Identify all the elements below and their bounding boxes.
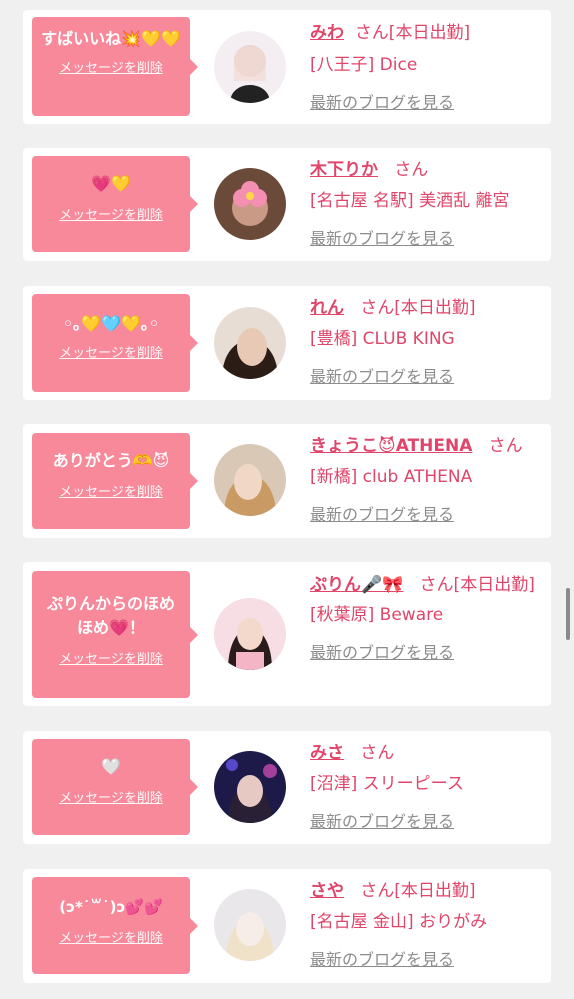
shop-label: [秋葉原] Beware	[310, 605, 444, 625]
delete-message-link[interactable]: メッセージを削除	[59, 204, 163, 223]
cast-suffix: さん[本日出勤]	[354, 23, 471, 43]
shop-label: [沼津] スリーピース	[310, 774, 464, 794]
cast-suffix: さん[本日出勤]	[419, 575, 535, 595]
cast-suffix: さん[本日出勤]	[360, 881, 476, 901]
cast-name-link[interactable]: きょうこ😈ATHENA	[310, 436, 472, 456]
message-bubble: (ↄ*˙꒳˙)ↄ💕💕 メッセージを削除	[32, 877, 198, 974]
cast-suffix: さん	[360, 743, 395, 763]
blog-link[interactable]: 最新のブログを見る	[310, 229, 454, 248]
delete-message-link[interactable]: メッセージを削除	[59, 927, 163, 946]
shop-label: [新橋] club ATHENA	[310, 467, 473, 487]
delete-message-link[interactable]: メッセージを削除	[59, 342, 163, 361]
blog-link[interactable]: 最新のブログを見る	[310, 367, 454, 386]
blog-link[interactable]: 最新のブログを見る	[310, 93, 454, 112]
shop-label: [名古屋 名駅] 美酒乱 離宮	[310, 191, 510, 211]
message-card: (ↄ*˙꒳˙)ↄ💕💕 メッセージを削除 さや さん[本日出勤] [名古屋 金山]…	[23, 869, 551, 983]
delete-message-link[interactable]: メッセージを削除	[59, 787, 163, 806]
cast-info: みさ さん [沼津] スリーピース 最新のブログを見る	[310, 740, 542, 835]
avatar[interactable]	[214, 307, 286, 379]
avatar[interactable]	[214, 168, 286, 240]
cast-info: さや さん[本日出勤] [名古屋 金山] おりがみ 最新のブログを見る	[310, 878, 542, 973]
shop-label: [豊橋] CLUB KING	[310, 329, 455, 349]
cast-name-link[interactable]: みさ	[310, 743, 344, 763]
cast-name-link[interactable]: れん	[310, 298, 344, 318]
blog-link[interactable]: 最新のブログを見る	[310, 643, 454, 662]
message-text: 🤍	[101, 757, 121, 776]
message-text: ありがとう🫶😈	[52, 451, 170, 470]
avatar[interactable]	[214, 751, 286, 823]
cast-name-link[interactable]: 木下りか	[310, 160, 378, 180]
avatar[interactable]	[214, 889, 286, 961]
blog-link[interactable]: 最新のブログを見る	[310, 505, 454, 524]
cast-name-link[interactable]: みわ	[310, 23, 344, 43]
message-bubble: ◦｡💛🩵💛｡◦ メッセージを削除	[32, 294, 198, 392]
cast-suffix: さん[本日出勤]	[360, 298, 476, 318]
delete-message-link[interactable]: メッセージを削除	[59, 648, 163, 667]
cast-info: きょうこ😈ATHENA さん [新橋] club ATHENA 最新のブログを見…	[310, 433, 542, 528]
message-card: 💗💛 メッセージを削除 木下りか さん [名古屋 名駅] 美酒乱 離宮 最新のブ…	[23, 148, 551, 261]
cast-suffix: さん	[488, 436, 523, 456]
message-card: 🤍 メッセージを削除 みさ さん [沼津] スリーピース 最新のブログを見る	[23, 731, 551, 844]
delete-message-link[interactable]: メッセージを削除	[59, 481, 163, 500]
avatar[interactable]	[214, 31, 286, 103]
cast-info: みわ さん[本日出勤] [八王子] Dice 最新のブログを見る	[310, 20, 542, 116]
cast-name-link[interactable]: さや	[310, 881, 344, 901]
message-text: ◦｡💛🩵💛｡◦	[62, 314, 160, 333]
message-bubble: 💗💛 メッセージを削除	[32, 156, 198, 252]
message-bubble: すばいいね💥💛💛 メッセージを削除	[32, 17, 198, 116]
message-bubble: 🤍 メッセージを削除	[32, 739, 198, 835]
message-card: ぷりんからのほめほめ💗！ メッセージを削除 ぷりん🎤🎀 さん[本日出勤] [秋葉…	[23, 562, 551, 706]
shop-label: [八王子] Dice	[310, 55, 418, 75]
avatar[interactable]	[214, 598, 286, 670]
message-card: ◦｡💛🩵💛｡◦ メッセージを削除 れん さん[本日出勤] [豊橋] CLUB K…	[23, 286, 551, 400]
blog-link[interactable]: 最新のブログを見る	[310, 812, 454, 831]
cast-suffix: さん	[394, 160, 429, 180]
cast-name-link[interactable]: ぷりん🎤🎀	[310, 575, 403, 595]
shop-label: [名古屋 金山] おりがみ	[310, 912, 488, 932]
message-bubble: ありがとう🫶😈 メッセージを削除	[32, 433, 198, 529]
delete-message-link[interactable]: メッセージを削除	[59, 57, 163, 76]
message-text: すばいいね💥💛💛	[41, 29, 181, 48]
message-card: ありがとう🫶😈 メッセージを削除 きょうこ😈ATHENA さん [新橋] clu…	[23, 424, 551, 538]
scrollbar[interactable]	[566, 588, 570, 640]
message-text: 💗💛	[91, 174, 131, 193]
message-card: すばいいね💥💛💛 メッセージを削除 みわ さん[本日出勤] [八王子] Dice…	[23, 10, 551, 124]
cast-info: 木下りか さん [名古屋 名駅] 美酒乱 離宮 最新のブログを見る	[310, 157, 542, 252]
message-bubble: ぷりんからのほめほめ💗！ メッセージを削除	[32, 571, 198, 698]
message-text: (ↄ*˙꒳˙)ↄ💕💕	[59, 898, 163, 916]
cast-info: れん さん[本日出勤] [豊橋] CLUB KING 最新のブログを見る	[310, 295, 542, 390]
blog-link[interactable]: 最新のブログを見る	[310, 950, 454, 969]
avatar[interactable]	[214, 444, 286, 516]
cast-info: ぷりん🎤🎀 さん[本日出勤] [秋葉原] Beware 最新のブログを見る	[310, 572, 542, 666]
message-text: ぷりんからのほめほめ💗！	[46, 594, 175, 637]
